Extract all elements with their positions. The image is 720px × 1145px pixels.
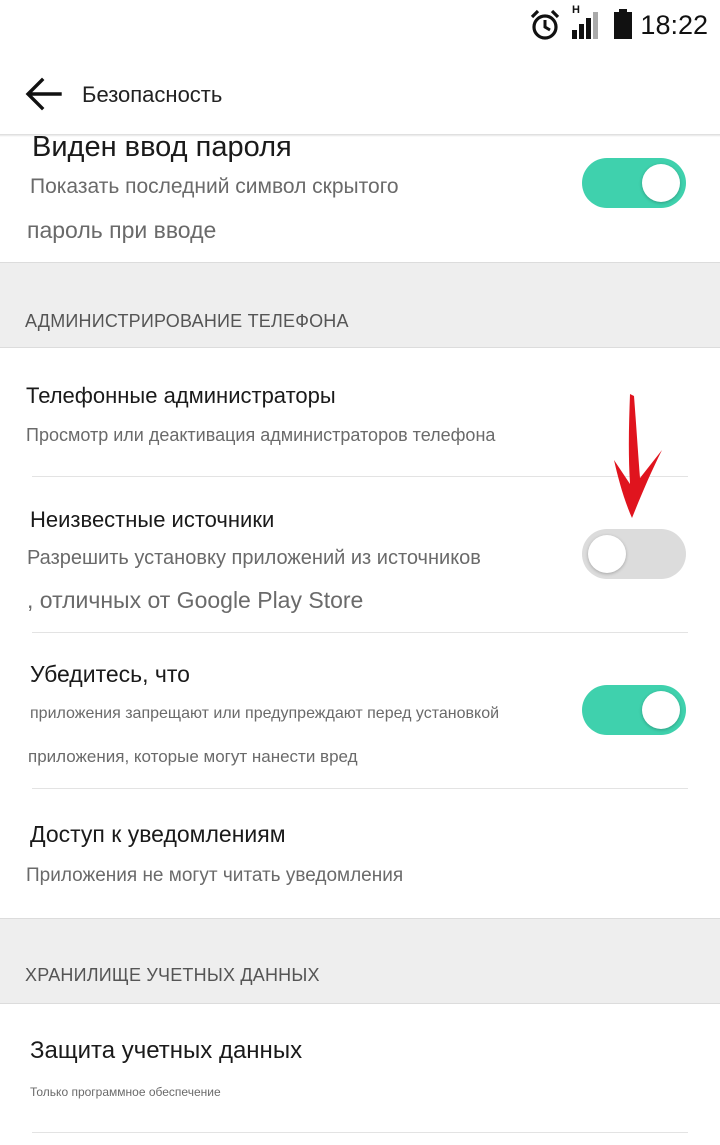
section-label: АДМИНИСТРИРОВАНИЕ ТЕЛЕФОНА (25, 311, 349, 331)
verify-apps-toggle[interactable] (582, 685, 686, 735)
setting-subtitle: Приложения не могут читать уведомления (26, 865, 404, 886)
red-arrow-annotation-icon (614, 394, 662, 518)
toggle-knob (642, 164, 680, 202)
setting-title: Защита учетных данных (30, 1037, 303, 1064)
setting-subtitle: пароль при вводе (27, 217, 217, 243)
toolbar: Безопасность (0, 52, 720, 136)
toggle-knob (642, 691, 680, 729)
setting-password-visible[interactable]: Виден ввод пароля Показать последний сим… (0, 131, 720, 262)
setting-verify-apps[interactable]: Убедитесь, что приложения запрещают или … (0, 633, 720, 788)
setting-subtitle: Просмотр или деактивация администраторов… (26, 425, 496, 445)
toggle-knob (588, 535, 626, 573)
password-visible-toggle[interactable] (582, 158, 686, 208)
section-header-phone-admin: АДМИНИСТРИРОВАНИЕ ТЕЛЕФОНА (0, 262, 720, 348)
setting-title: Доступ к уведомлениям (30, 821, 286, 847)
setting-subtitle: Разрешить установку приложений из источн… (27, 547, 481, 569)
divider (32, 1132, 688, 1133)
setting-credential-protection[interactable]: Защита учетных данных Только программное… (0, 1003, 720, 1145)
page-title: Безопасность (82, 82, 223, 107)
alarm-icon (530, 9, 560, 40)
unknown-sources-toggle[interactable] (582, 529, 686, 579)
status-bar: H 18:22 (0, 0, 720, 52)
setting-title: Телефонные администраторы (26, 383, 336, 408)
section-header-credential-storage: ХРАНИЛИЩЕ УЧЕТНЫХ ДАННЫХ (0, 918, 720, 1004)
network-type-label: H (572, 4, 580, 16)
setting-title: Убедитесь, что (30, 661, 190, 687)
setting-subtitle: Только программное обеспечение (30, 1085, 221, 1099)
setting-subtitle: Показать последний символ скрытого (30, 175, 399, 198)
setting-subtitle: приложения, которые могут нанести вред (28, 747, 358, 766)
setting-subtitle: приложения запрещают или предупреждают п… (30, 705, 500, 722)
setting-title: Неизвестные источники (30, 507, 275, 532)
setting-notification-access[interactable]: Доступ к уведомлениям Приложения не могу… (0, 789, 720, 917)
back-button[interactable] (22, 72, 66, 116)
status-time: 18:22 (640, 10, 708, 40)
setting-subtitle: , отличных от Google Play Store (27, 587, 364, 613)
setting-title: Виден ввод пароля (32, 131, 292, 163)
section-label: ХРАНИЛИЩЕ УЧЕТНЫХ ДАННЫХ (25, 965, 320, 985)
battery-icon (614, 9, 632, 39)
arrow-left-icon (25, 77, 62, 111)
